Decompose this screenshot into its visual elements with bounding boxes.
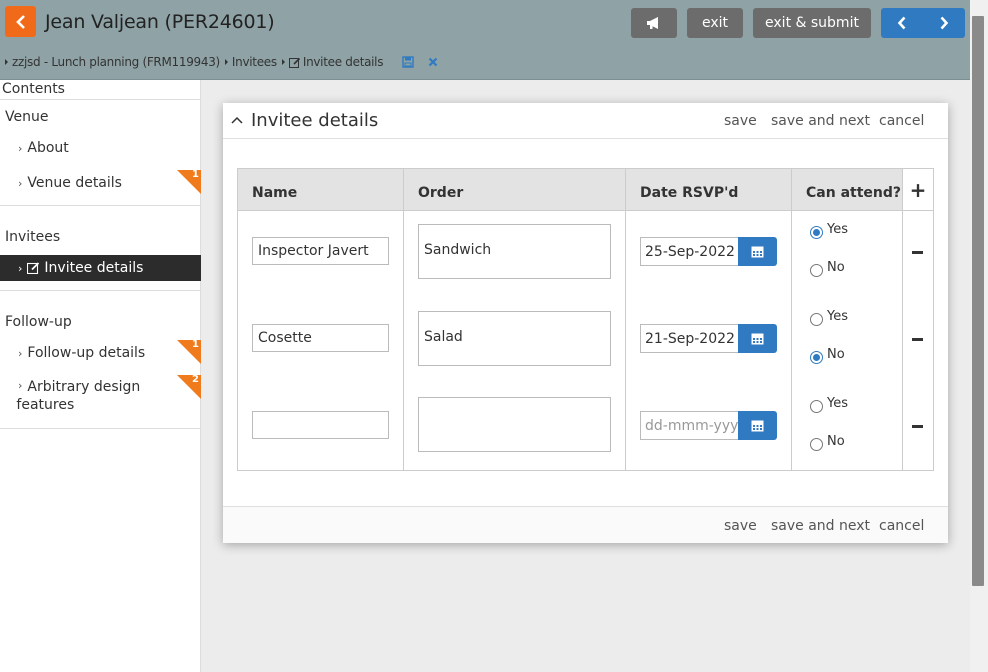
column-header-name: Name: [252, 185, 298, 201]
chevron-right-icon: ›: [18, 261, 23, 275]
breadcrumb-item[interactable]: Invitees: [224, 55, 277, 69]
section-follow-up: Follow-up: [5, 314, 72, 330]
remove-row-button[interactable]: [912, 425, 923, 428]
scrollbar-thumb[interactable]: [972, 16, 984, 586]
calendar-icon: [751, 246, 764, 258]
announce-button[interactable]: [631, 8, 677, 38]
attend-yes-radio[interactable]: Yes: [810, 222, 848, 239]
attend-no-radio[interactable]: No: [810, 260, 845, 277]
attend-yes-radio[interactable]: Yes: [810, 396, 848, 413]
chevron-right-icon: ›: [18, 141, 23, 155]
cancel-button[interactable]: cancel: [879, 113, 924, 129]
sidebar-item-invitee-details[interactable]: › Invitee details: [0, 255, 201, 281]
panel-title: Invitee details: [251, 110, 379, 131]
order-input[interactable]: Salad: [418, 311, 611, 366]
invitee-details-panel: Invitee details save save and next cance…: [223, 103, 948, 543]
calendar-icon: [751, 420, 764, 432]
chevron-up-icon[interactable]: [231, 116, 243, 124]
breadcrumb-item-current: Invitee details: [281, 55, 383, 69]
chevron-left-icon: [15, 14, 25, 29]
date-input[interactable]: 21-Sep-2022: [640, 324, 739, 353]
back-button[interactable]: [5, 6, 36, 37]
chevron-right-icon: ›: [18, 379, 23, 392]
sidebar: Contents Venue › About › Venue details 1 I…: [0, 80, 201, 672]
panel-footer: save save and next cancel: [223, 506, 948, 543]
divider: [0, 205, 201, 206]
attend-yes-radio[interactable]: Yes: [810, 309, 848, 326]
divider: [0, 290, 201, 291]
breadcrumb-item[interactable]: zzjsd - Lunch planning (FRM119943): [5, 55, 220, 69]
name-input[interactable]: [252, 411, 389, 439]
contents-label: Contents: [2, 81, 65, 97]
save-button[interactable]: save: [724, 113, 757, 129]
edit-icon: [288, 57, 300, 68]
column-header-date: Date RSVP'd: [640, 185, 739, 201]
page-nav: [881, 8, 965, 38]
date-input[interactable]: dd-mmm-yyyy: [640, 411, 739, 440]
date-input[interactable]: 25-Sep-2022: [640, 237, 739, 266]
next-button[interactable]: [923, 8, 965, 38]
order-input[interactable]: Sandwich: [418, 224, 611, 279]
sidebar-item-venue-details[interactable]: › Venue details 1: [0, 169, 201, 196]
chevron-left-icon: [897, 16, 906, 30]
section-venue: Venue: [5, 109, 49, 125]
remove-row-button[interactable]: [912, 251, 923, 254]
cancel-button[interactable]: cancel: [879, 518, 924, 534]
exit-button[interactable]: exit: [687, 8, 743, 38]
table-header: Name Order Date RSVP'd Can attend?: [238, 169, 902, 211]
chevron-right-icon: [940, 16, 949, 30]
calendar-button[interactable]: [738, 237, 777, 266]
page-title: Jean Valjean (PER24601): [45, 11, 275, 33]
remove-row-button[interactable]: [912, 338, 923, 341]
add-row-button[interactable]: +: [902, 169, 933, 211]
section-invitees: Invitees: [5, 229, 61, 245]
sidebar-item-follow-up-details[interactable]: › Follow-up details 1: [0, 339, 201, 366]
order-input[interactable]: [418, 397, 611, 452]
divider: [0, 428, 201, 429]
edit-icon: [27, 262, 40, 274]
breadcrumb: zzjsd - Lunch planning (FRM119943) Invit…: [5, 55, 438, 69]
previous-button[interactable]: [881, 8, 923, 38]
sidebar-item-about[interactable]: › About: [0, 135, 201, 161]
chevron-right-icon: ›: [18, 346, 23, 360]
save-icon[interactable]: [402, 56, 414, 68]
save-and-next-button[interactable]: save and next: [771, 518, 870, 534]
save-and-next-button[interactable]: save and next: [771, 113, 870, 129]
divider: [0, 99, 201, 100]
top-bar: Jean Valjean (PER24601) exit exit & subm…: [0, 0, 970, 80]
column-header-order: Order: [418, 185, 464, 201]
close-icon[interactable]: [428, 57, 438, 67]
name-input[interactable]: Cosette: [252, 324, 389, 352]
calendar-button[interactable]: [738, 411, 777, 440]
save-button[interactable]: save: [724, 518, 757, 534]
attend-no-radio[interactable]: No: [810, 347, 845, 364]
attend-no-radio[interactable]: No: [810, 434, 845, 451]
column-header-attend: Can attend?: [806, 185, 901, 201]
chevron-right-icon: ›: [18, 176, 23, 190]
name-input[interactable]: Inspector Javert: [252, 237, 389, 265]
calendar-icon: [751, 333, 764, 345]
calendar-button[interactable]: [738, 324, 777, 353]
sidebar-item-arbitrary-design-features[interactable]: › Arbitrary design features 2: [0, 374, 201, 415]
invitees-table: Name Order Date RSVP'd Can attend? + Ins…: [237, 168, 934, 471]
panel-header: Invitee details save save and next cance…: [223, 103, 948, 139]
exit-submit-button[interactable]: exit & submit: [753, 8, 871, 38]
megaphone-icon: [647, 17, 658, 29]
